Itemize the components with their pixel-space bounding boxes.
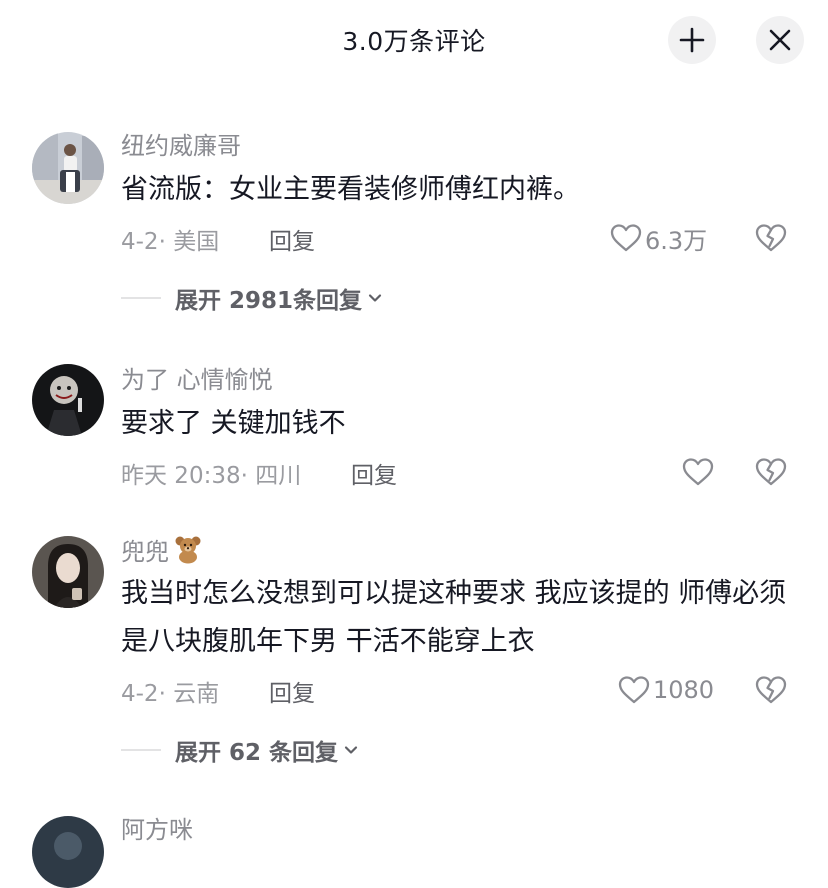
dislike-button[interactable] — [754, 670, 788, 710]
username-text: 兜兜 — [121, 538, 169, 566]
close-icon — [769, 29, 791, 51]
divider-line — [121, 749, 161, 751]
comment-text: 我当时怎么没想到可以提这种要求 我应该提的 师傅必须是八块腹肌年下男 干活不能穿… — [121, 578, 787, 657]
comment-date-location: 昨天 20:38· 四川 — [121, 463, 302, 489]
like-button[interactable] — [681, 452, 717, 492]
dislike-button[interactable] — [754, 452, 788, 492]
close-button[interactable] — [756, 16, 804, 64]
collapse-icon — [679, 27, 705, 53]
reply-button[interactable]: 回复 — [351, 456, 397, 490]
username[interactable]: 纽约威廉哥 — [121, 130, 808, 162]
divider-line — [121, 297, 161, 299]
dislike-button[interactable] — [754, 218, 788, 258]
heart-icon — [618, 676, 650, 704]
heart-icon — [682, 458, 714, 486]
broken-heart-icon — [755, 458, 787, 486]
chevron-down-icon — [368, 294, 382, 302]
expand-replies-label: 展开 2981条回复 — [175, 288, 363, 314]
reply-button[interactable]: 回复 — [269, 222, 315, 256]
expand-replies[interactable]: 展开 2981条回复 — [121, 282, 384, 314]
avatar[interactable] — [32, 132, 104, 204]
broken-heart-icon — [755, 676, 787, 704]
avatar[interactable] — [32, 816, 104, 888]
like-count: 6.3万 — [645, 226, 708, 255]
chevron-down-icon — [344, 746, 358, 754]
teddy-bear-icon — [173, 534, 203, 572]
broken-heart-icon — [755, 224, 787, 252]
expand-replies-label: 展开 62 条回复 — [175, 740, 339, 766]
heart-icon — [610, 224, 642, 252]
collapse-button[interactable] — [668, 16, 716, 64]
comment-date-location: 4-2· 云南 — [121, 681, 220, 707]
comment-date-location: 4-2· 美国 — [121, 229, 220, 255]
expand-replies[interactable]: 展开 62 条回复 — [121, 734, 360, 766]
username[interactable]: 为了 心情愉悦 — [121, 364, 808, 396]
comment-text: 省流版：女业主要看装修师傅红内裤。 — [121, 174, 580, 205]
like-button[interactable]: 6.3万 — [609, 218, 707, 258]
username[interactable]: 兜兜 — [121, 534, 808, 566]
reply-button[interactable]: 回复 — [269, 674, 315, 708]
comments-header: 3.0万条评论 — [0, 0, 828, 80]
comment-text: 要求了 关键加钱不 — [121, 408, 346, 439]
avatar[interactable] — [32, 536, 104, 608]
like-count: 1080 — [653, 676, 715, 704]
like-button[interactable]: 1080 — [617, 670, 714, 710]
username[interactable]: 阿方咪 — [121, 814, 808, 846]
avatar[interactable] — [32, 364, 104, 436]
